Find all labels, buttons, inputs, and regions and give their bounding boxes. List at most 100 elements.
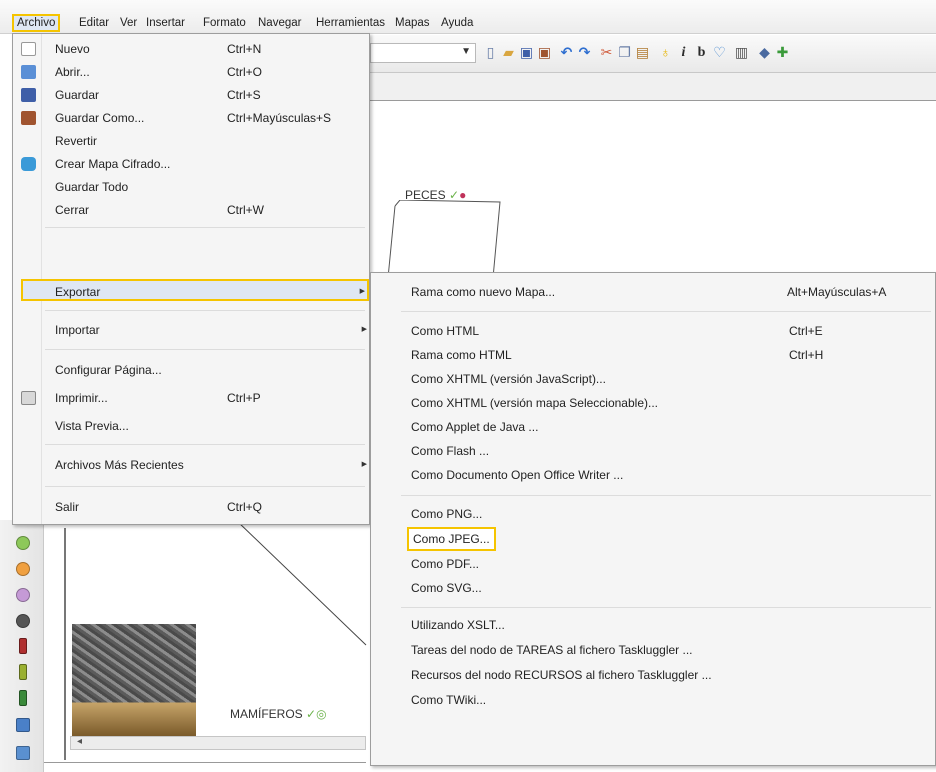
cut-icon[interactable]: ✂ bbox=[598, 44, 615, 61]
submenu-item-label: Tareas del nodo de TAREAS al fichero Tas… bbox=[411, 643, 693, 657]
submenu-item-tareas-taskjuggler[interactable]: Tareas del nodo de TAREAS al fichero Tas… bbox=[371, 639, 935, 661]
red-battery-icon[interactable] bbox=[19, 638, 27, 654]
submenu-item-xslt[interactable]: Utilizando XSLT... bbox=[371, 614, 935, 636]
submenu-item-rama-nuevo-mapa[interactable]: Rama como nuevo Mapa... Alt+Mayúsculas+A bbox=[371, 281, 935, 303]
add-icon[interactable]: ✚ bbox=[774, 44, 791, 61]
submenu-item-label: Como Flash ... bbox=[411, 444, 490, 458]
lightbulb-icon[interactable]: ♁ bbox=[657, 44, 674, 61]
save-as-icon bbox=[21, 111, 36, 125]
save-icon[interactable]: ▣ bbox=[518, 44, 535, 61]
submenu-item-twiki[interactable]: Como TWiki... bbox=[371, 689, 935, 711]
menu-item-importar[interactable]: Importar ▶ bbox=[13, 319, 369, 341]
bold-icon[interactable]: b bbox=[693, 44, 710, 61]
submenu-item-open-office-writer[interactable]: Como Documento Open Office Writer ... bbox=[371, 464, 935, 486]
main-toolbar: ▼ ▯ ▰ ▣ ▣ ↶ ↷ ✂ ❐ ▤ ♁ i b ♡ ▥ ◆ ✚ bbox=[370, 35, 936, 73]
submenu-item-shortcut: Alt+Mayúsculas+A bbox=[787, 285, 887, 299]
submenu-item-svg[interactable]: Como SVG... bbox=[371, 577, 935, 599]
menu-ayuda[interactable]: Ayuda bbox=[438, 14, 476, 32]
printer-icon bbox=[21, 391, 36, 405]
italic-icon[interactable]: i bbox=[675, 44, 692, 61]
redo-icon[interactable]: ↷ bbox=[576, 44, 593, 61]
orange-flag-icon[interactable] bbox=[16, 562, 30, 576]
menu-ver[interactable]: Ver bbox=[117, 14, 140, 32]
speaker-icon[interactable] bbox=[16, 746, 30, 760]
submenu-item-recursos-taskjuggler[interactable]: Recursos del nodo RECURSOS al fichero Ta… bbox=[371, 664, 935, 686]
green-battery-icon[interactable] bbox=[19, 690, 27, 706]
menu-bar: Archivo Editar Ver Insertar Formato Nave… bbox=[0, 0, 936, 34]
save-as-icon[interactable]: ▣ bbox=[536, 44, 553, 61]
menu-item-label: Guardar Todo bbox=[55, 180, 129, 194]
menu-item-revertir[interactable]: Revertir bbox=[13, 130, 369, 152]
menu-separator bbox=[401, 495, 931, 496]
menu-item-archivos-recientes[interactable]: Archivos Más Recientes ▶ bbox=[13, 454, 369, 476]
chevron-down-icon: ▼ bbox=[461, 46, 471, 57]
menu-formato[interactable]: Formato bbox=[200, 14, 249, 32]
menu-item-label: Vista Previa... bbox=[55, 419, 129, 433]
submenu-item-rama-html[interactable]: Rama como HTML Ctrl+H bbox=[371, 344, 935, 366]
menu-item-guardar-como[interactable]: Guardar Como... Ctrl+Mayúsculas+S bbox=[13, 107, 369, 129]
menu-item-crear-mapa-cifrado[interactable]: Crear Mapa Cifrado... bbox=[13, 153, 369, 175]
undo-icon[interactable]: ↶ bbox=[558, 44, 575, 61]
menu-separator bbox=[401, 607, 931, 608]
format-icon[interactable]: ▥ bbox=[733, 44, 750, 61]
submenu-item-flash[interactable]: Como Flash ... bbox=[371, 440, 935, 462]
animal-photo[interactable] bbox=[72, 624, 196, 736]
navigate-icon[interactable]: ◆ bbox=[756, 44, 773, 61]
submenu-item-label: Rama como nuevo Mapa... bbox=[411, 285, 556, 299]
menu-item-shortcut: Ctrl+O bbox=[227, 65, 263, 79]
font-size-combo[interactable]: ▼ bbox=[370, 43, 476, 63]
menu-archivo[interactable]: Archivo bbox=[12, 14, 61, 32]
arrow-left-icon[interactable] bbox=[16, 718, 30, 732]
menu-item-shortcut: Ctrl+Mayúsculas+S bbox=[227, 111, 332, 125]
paste-icon[interactable]: ▤ bbox=[634, 44, 651, 61]
menu-editar[interactable]: Editar bbox=[76, 14, 112, 32]
yellow-battery-icon[interactable] bbox=[19, 664, 27, 680]
menu-item-salir[interactable]: Salir Ctrl+Q bbox=[13, 496, 369, 518]
menu-item-abrir[interactable]: Abrir... Ctrl+O bbox=[13, 61, 369, 83]
submenu-item-applet-java[interactable]: Como Applet de Java ... bbox=[371, 416, 935, 438]
submenu-item-label: Como HTML bbox=[411, 324, 480, 338]
submenu-item-como-html[interactable]: Como HTML Ctrl+E bbox=[371, 320, 935, 342]
submenu-item-png[interactable]: Como PNG... bbox=[371, 503, 935, 525]
menu-mapas[interactable]: Mapas bbox=[392, 14, 433, 32]
menu-herramientas[interactable]: Herramientas bbox=[313, 14, 388, 32]
submenu-item-label: Utilizando XSLT... bbox=[411, 618, 505, 632]
submenu-item-label: Como Documento Open Office Writer ... bbox=[411, 468, 624, 482]
exportar-submenu: Rama como nuevo Mapa... Alt+Mayúsculas+A… bbox=[370, 272, 936, 766]
new-document-icon[interactable]: ▯ bbox=[482, 44, 499, 61]
horizontal-scrollbar[interactable]: ◂ bbox=[70, 736, 366, 750]
menu-insertar[interactable]: Insertar bbox=[143, 14, 188, 32]
node-mamiferos[interactable]: MAMÍFEROS ✓◎ bbox=[230, 707, 327, 721]
submenu-item-pdf[interactable]: Como PDF... bbox=[371, 553, 935, 575]
menu-item-nuevo[interactable]: Nuevo Ctrl+N bbox=[13, 38, 369, 60]
green-flag-icon[interactable] bbox=[16, 536, 30, 550]
menu-item-guardar-todo[interactable]: Guardar Todo bbox=[13, 176, 369, 198]
submenu-arrow-icon: ▶ bbox=[361, 326, 367, 333]
submenu-item-xhtml-javascript[interactable]: Como XHTML (versión JavaScript)... bbox=[371, 368, 935, 390]
menu-item-shortcut: Ctrl+P bbox=[227, 391, 261, 405]
scroll-left-icon[interactable]: ◂ bbox=[77, 736, 82, 747]
menu-item-shortcut: Ctrl+W bbox=[227, 203, 264, 217]
encrypted-map-icon bbox=[21, 157, 36, 171]
menu-item-imprimir[interactable]: Imprimir... Ctrl+P bbox=[13, 387, 369, 409]
menu-navegar[interactable]: Navegar bbox=[255, 14, 304, 32]
submenu-item-shortcut: Ctrl+H bbox=[789, 348, 824, 362]
menu-item-label: Crear Mapa Cifrado... bbox=[55, 157, 171, 171]
node-mamiferos-label: MAMÍFEROS bbox=[230, 707, 303, 721]
open-folder-icon[interactable]: ▰ bbox=[500, 44, 517, 61]
submenu-item-label: Como PNG... bbox=[411, 507, 483, 521]
menu-item-cerrar[interactable]: Cerrar Ctrl+W bbox=[13, 199, 369, 221]
submenu-item-shortcut: Ctrl+E bbox=[789, 324, 823, 338]
submenu-item-label: Como TWiki... bbox=[411, 693, 487, 707]
menu-item-configurar-pagina[interactable]: Configurar Página... bbox=[13, 359, 369, 381]
copy-icon[interactable]: ❐ bbox=[616, 44, 633, 61]
menu-item-exportar[interactable]: Exportar ▶ bbox=[21, 279, 369, 301]
cloud-icon[interactable]: ♡ bbox=[711, 44, 728, 61]
menu-separator bbox=[45, 486, 365, 487]
submenu-item-xhtml-seleccionable[interactable]: Como XHTML (versión mapa Seleccionable).… bbox=[371, 392, 935, 414]
dark-flag-icon[interactable] bbox=[16, 614, 30, 628]
purple-flag-icon[interactable] bbox=[16, 588, 30, 602]
menu-item-vista-previa[interactable]: Vista Previa... bbox=[13, 415, 369, 437]
submenu-item-jpeg[interactable]: Como JPEG... bbox=[371, 527, 935, 551]
menu-item-guardar[interactable]: Guardar Ctrl+S bbox=[13, 84, 369, 106]
